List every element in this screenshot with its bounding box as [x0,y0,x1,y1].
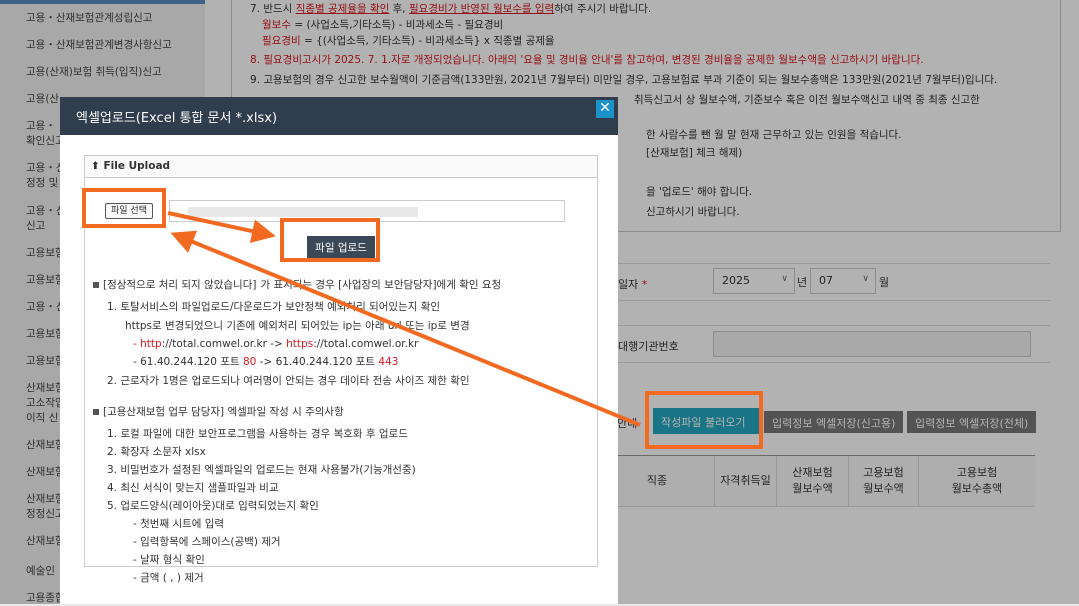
arrow-select-to-upload [167,211,276,243]
annotation-arrows [167,211,641,427]
arrow-load-to-select [170,230,641,427]
